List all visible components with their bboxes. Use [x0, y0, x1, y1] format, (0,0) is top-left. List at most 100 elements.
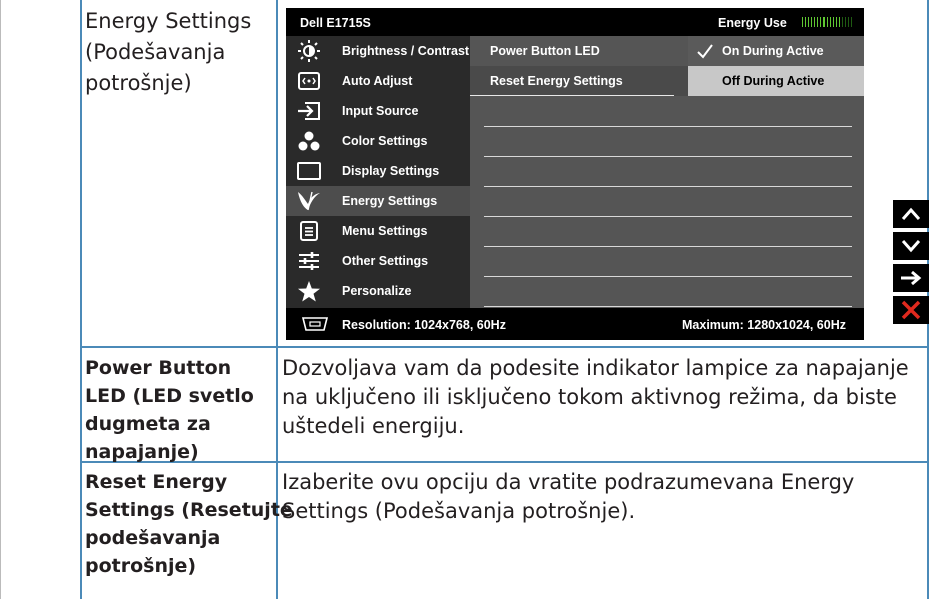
energy-meter-bar	[829, 17, 831, 27]
energy-meter-bar	[802, 17, 804, 27]
label-line: potrošnje)	[85, 555, 197, 577]
option-label: On During Active	[722, 44, 824, 58]
brightness-icon	[296, 40, 322, 62]
label-line: LED (LED svetlo	[85, 385, 254, 407]
label-line: Power Button	[85, 357, 232, 379]
auto-adjust-icon	[296, 70, 322, 92]
down-arrow-icon	[901, 240, 921, 253]
energy-meter-bar	[808, 17, 810, 27]
desc-line: na uključeno ili isključeno tokom aktivn…	[282, 385, 897, 409]
label-line: podešavanja	[85, 527, 221, 549]
osd-title: Dell E1715S	[300, 16, 371, 30]
energy-meter-bar	[814, 17, 816, 27]
label-line: dugmeta za	[85, 413, 211, 435]
desc-line: uštedeli energiju.	[282, 414, 465, 438]
menu-item-label: Other Settings	[342, 254, 429, 268]
menu-item-other-settings[interactable]: Other Settings	[286, 246, 470, 276]
submenu-underline	[470, 95, 674, 96]
label-line: Energy Settings	[85, 9, 252, 33]
power-button-led-description: Dozvoljava vam da podesite indikator lam…	[282, 354, 909, 441]
down-button[interactable]	[893, 232, 929, 260]
energy-use-meter	[802, 17, 853, 27]
menu-item-label: Display Settings	[342, 164, 440, 178]
display-settings-icon	[296, 160, 322, 182]
right-arrow-icon	[901, 270, 922, 286]
grid-line-left	[0, 0, 1, 599]
osd-submenu: Power Button LED Reset Energy Settings	[470, 36, 688, 308]
menu-item-menu-settings[interactable]: Menu Settings	[286, 216, 470, 246]
maximum-resolution-text: Maximum: 1280x1024, 60Hz	[682, 318, 846, 332]
label-line: Reset Energy	[85, 471, 228, 493]
option-label: Off During Active	[722, 74, 825, 88]
energy-meter-bar	[832, 17, 834, 27]
energy-meter-bar	[811, 17, 813, 27]
up-arrow-icon	[901, 207, 921, 220]
menu-item-label: Personalize	[342, 284, 412, 298]
reset-energy-settings-description: Izaberite ovu opciju da vratite podrazum…	[282, 468, 854, 526]
osd-row-divider	[484, 126, 852, 127]
personalize-icon	[296, 280, 322, 302]
checkmark-icon	[697, 44, 713, 59]
desc-line: Dozvoljava vam da podesite indikator lam…	[282, 356, 909, 380]
color-settings-icon	[296, 130, 322, 152]
close-icon	[901, 300, 921, 320]
menu-settings-icon	[296, 220, 322, 242]
energy-meter-bar	[847, 17, 849, 27]
menu-item-auto-adjust[interactable]: Auto Adjust	[286, 66, 470, 96]
submenu-power-button-led[interactable]: Power Button LED	[470, 36, 688, 66]
menu-item-label: Brightness / Contrast	[342, 44, 470, 58]
submenu-label: Reset Energy Settings	[490, 74, 623, 88]
label-line: (Podešavanja	[85, 40, 226, 64]
menu-item-label: Auto Adjust	[342, 74, 413, 88]
option-on-during-active[interactable]: On During Active	[688, 36, 864, 66]
menu-item-label: Energy Settings	[342, 194, 438, 208]
menu-item-energy-settings[interactable]: Energy Settings	[286, 186, 470, 216]
osd-menu: Dell E1715S Energy Use Brightness / Cont…	[286, 8, 864, 340]
label-line: Settings (Resetujte	[85, 499, 293, 521]
energy-meter-bar	[835, 17, 837, 27]
osd-row-divider	[484, 216, 852, 217]
energy-meter-bar	[823, 17, 825, 27]
input-source-icon	[296, 100, 322, 122]
submenu-reset-energy-settings[interactable]: Reset Energy Settings	[470, 66, 688, 96]
label-line: potrošnje)	[85, 71, 192, 95]
label-line: napajanje)	[85, 441, 199, 463]
option-off-during-active[interactable]: Off During Active	[688, 66, 864, 96]
menu-item-brightness-contrast[interactable]: Brightness / Contrast	[286, 36, 470, 66]
osd-row-divider	[484, 246, 852, 247]
enter-button[interactable]	[893, 264, 929, 292]
osd-footer: Resolution: 1024x768, 60Hz Maximum: 1280…	[286, 308, 864, 340]
submenu-label: Power Button LED	[490, 44, 600, 58]
energy-use-label: Energy Use	[718, 16, 787, 30]
menu-item-label: Input Source	[342, 104, 419, 118]
osd-main-menu: Brightness / Contrast Auto Adjust Input So…	[286, 36, 470, 308]
up-button[interactable]	[893, 200, 929, 228]
menu-item-personalize[interactable]: Personalize	[286, 276, 470, 306]
exit-button[interactable]	[893, 296, 929, 324]
energy-meter-bar	[841, 17, 843, 27]
menu-item-label: Menu Settings	[342, 224, 428, 238]
osd-options: On During Active Off During Active	[688, 36, 864, 308]
osd-row-divider	[484, 306, 852, 307]
energy-meter-bar	[817, 17, 819, 27]
grid-line-col1	[80, 0, 82, 599]
menu-item-display-settings[interactable]: Display Settings	[286, 156, 470, 186]
energy-meter-bar	[851, 17, 853, 27]
osd-header: Dell E1715S Energy Use	[286, 8, 864, 36]
menu-item-input-source[interactable]: Input Source	[286, 96, 470, 126]
osd-row-divider	[484, 276, 852, 277]
menu-item-color-settings[interactable]: Color Settings	[286, 126, 470, 156]
osd-row-divider	[484, 186, 852, 187]
energy-meter-bar	[805, 17, 807, 27]
energy-meter-bar	[844, 17, 846, 27]
energy-meter-bar	[820, 17, 822, 27]
energy-settings-icon	[296, 190, 322, 212]
resolution-text: Resolution: 1024x768, 60Hz	[342, 318, 506, 332]
desc-line: Settings (Podešavanja potrošnje).	[282, 499, 636, 523]
grid-line-row1	[80, 346, 929, 348]
other-settings-icon	[296, 250, 322, 272]
menu-item-label: Color Settings	[342, 134, 428, 148]
energy-meter-bar	[826, 17, 828, 27]
energy-settings-label: Energy Settings (Podešavanja potrošnje)	[85, 6, 251, 99]
osd-row-divider	[484, 156, 852, 157]
